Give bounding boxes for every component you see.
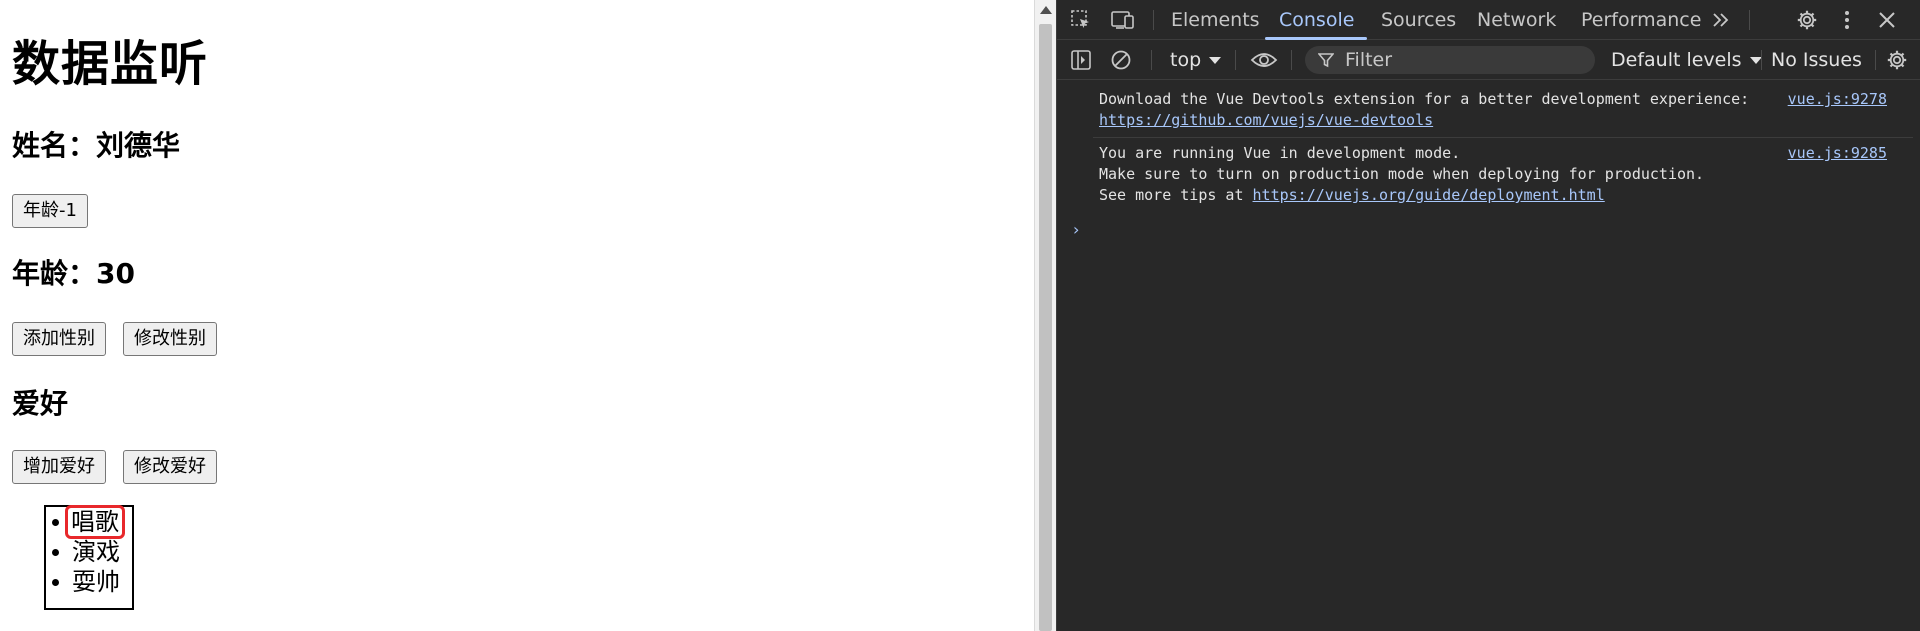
hobby-text: 耍帅	[72, 568, 120, 596]
context-selector[interactable]: top	[1170, 40, 1222, 80]
log-levels-label: Default levels	[1611, 49, 1742, 71]
age-decrement-button[interactable]: 年龄-1	[12, 194, 88, 228]
add-hobby-button[interactable]: 增加爱好	[12, 450, 106, 484]
age-heading: 年龄：30	[12, 257, 135, 290]
chevron-double-right-icon[interactable]	[1709, 8, 1733, 32]
toolbar-divider	[1151, 50, 1152, 70]
dropdown-arrow-icon	[1209, 57, 1222, 64]
toolbar-divider	[1875, 50, 1876, 70]
scroll-up-arrow-icon[interactable]	[1040, 6, 1052, 14]
web-page: 数据监听 姓名：刘德华 年龄-1 年龄：30 添加性别 修改性别 爱好 增加爱好…	[0, 0, 1034, 631]
page-title: 数据监听	[12, 36, 209, 92]
console-settings-gear-icon[interactable]	[1885, 48, 1909, 72]
more-options-icon[interactable]	[1837, 8, 1857, 32]
bullet-icon	[52, 519, 59, 526]
console-prompt-icon[interactable]: ›	[1073, 220, 1079, 239]
console-message: You are running Vue in development mode.…	[1099, 143, 1704, 206]
bullet-icon	[52, 579, 59, 586]
message-text: Download the Vue Devtools extension for …	[1099, 90, 1750, 108]
tab-sources[interactable]: Sources	[1381, 0, 1456, 40]
filter-input[interactable]: Filter	[1305, 46, 1595, 74]
log-levels-dropdown[interactable]: Default levels	[1611, 40, 1762, 80]
devtools-tab-bar: Elements Console Sources Network Perform…	[1057, 0, 1920, 40]
list-item: 演戏	[46, 537, 132, 567]
list-item: 耍帅	[46, 567, 132, 597]
hobby-text: 唱歌	[65, 505, 125, 539]
list-item: 唱歌	[46, 505, 132, 539]
tab-elements[interactable]: Elements	[1171, 0, 1260, 40]
gear-icon[interactable]	[1795, 8, 1819, 32]
page-scrollbar[interactable]	[1034, 0, 1056, 631]
close-icon[interactable]	[1875, 8, 1899, 32]
modify-gender-button[interactable]: 修改性别	[123, 322, 217, 356]
inspect-element-icon[interactable]	[1069, 8, 1093, 32]
devtools-panel: Elements Console Sources Network Perform…	[1056, 0, 1920, 631]
message-text: You are running Vue in development mode.	[1099, 144, 1461, 162]
console-message: Download the Vue Devtools extension for …	[1099, 89, 1749, 131]
message-text: Make sure to turn on production mode whe…	[1099, 165, 1705, 183]
toolbar-divider	[1235, 50, 1236, 70]
sidebar-toggle-icon[interactable]	[1069, 48, 1093, 72]
deployment-link[interactable]: https://vuejs.org/guide/deployment.html	[1253, 186, 1605, 204]
message-divider	[1093, 137, 1913, 138]
context-label: top	[1170, 49, 1202, 71]
devtools-link[interactable]: https://github.com/vuejs/vue-devtools	[1099, 111, 1433, 129]
toolbar-divider	[1153, 10, 1154, 30]
dropdown-arrow-icon	[1749, 57, 1762, 64]
toolbar-divider	[1749, 10, 1750, 30]
tab-network[interactable]: Network	[1477, 0, 1556, 40]
hobby-heading: 爱好	[12, 387, 69, 420]
issues-counter[interactable]: No Issues	[1771, 40, 1862, 80]
eye-icon[interactable]	[1249, 48, 1279, 72]
filter-placeholder: Filter	[1345, 49, 1393, 71]
console-toolbar: top Filter Default levels No Issues	[1057, 40, 1920, 80]
hobby-list: 唱歌 演戏 耍帅	[44, 505, 134, 610]
name-heading: 姓名：刘德华	[12, 129, 181, 162]
message-text: See more tips at	[1099, 186, 1253, 204]
bullet-icon	[52, 549, 59, 556]
toolbar-divider	[1291, 50, 1292, 70]
toolbar-divider	[1761, 50, 1762, 70]
modify-hobby-button[interactable]: 修改爱好	[123, 450, 217, 484]
filter-icon	[1317, 51, 1335, 69]
hobby-text: 演戏	[72, 538, 120, 566]
message-source-link[interactable]: vue.js:9285	[1788, 143, 1887, 164]
add-gender-button[interactable]: 添加性别	[12, 322, 106, 356]
device-toolbar-icon[interactable]	[1109, 8, 1137, 32]
tab-console[interactable]: Console	[1279, 0, 1354, 40]
tab-performance[interactable]: Performance	[1581, 0, 1701, 40]
scroll-thumb[interactable]	[1039, 24, 1052, 631]
clear-console-icon[interactable]	[1109, 48, 1133, 72]
message-source-link[interactable]: vue.js:9278	[1788, 89, 1887, 110]
